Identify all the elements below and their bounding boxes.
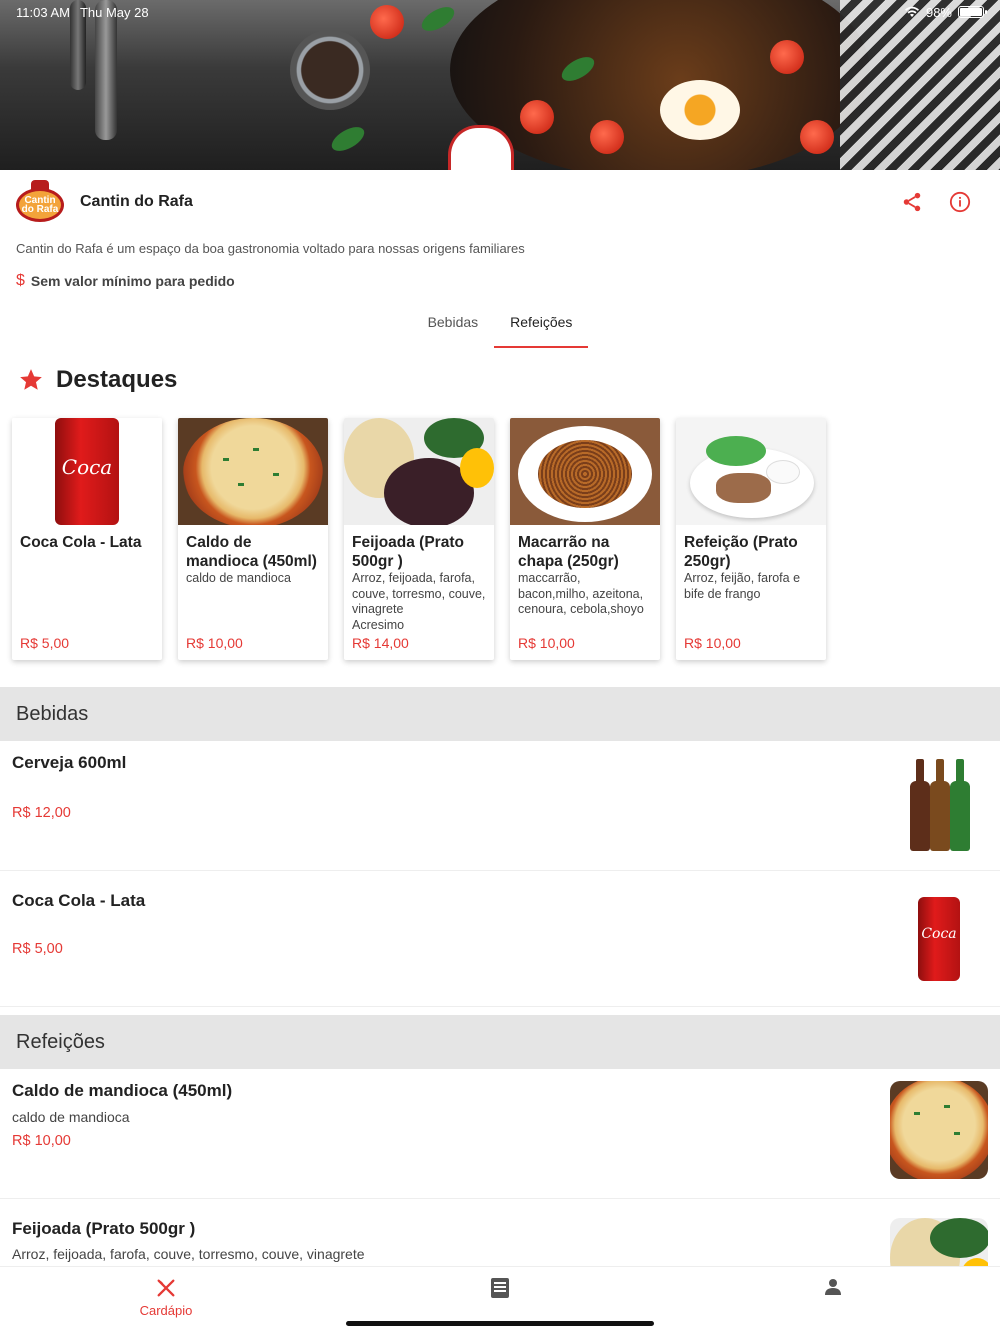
menu-item-description: caldo de mandioca — [12, 1109, 130, 1125]
highlights-header: Destaques — [18, 366, 177, 394]
home-indicator[interactable] — [346, 1321, 654, 1326]
status-date: Thu May 28 — [79, 4, 149, 20]
highlight-name: Caldo de mandioca (450ml) — [186, 534, 317, 570]
menu-item[interactable]: Coca Cola - Lata R$ 5,00 Coca — [0, 871, 1000, 1007]
product-image — [178, 418, 328, 525]
product-image: Coca — [12, 418, 162, 525]
highlight-name: Macarrão na chapa (250gr) — [518, 534, 619, 570]
striped-cloth-image — [840, 0, 1000, 170]
logo-text: Cantin do Rafa — [16, 188, 64, 222]
tomato-image — [800, 120, 834, 154]
highlight-description: Arroz, feijoada, farofa, couve, torresmo… — [352, 571, 486, 632]
menu-item-name: Caldo de mandioca (450ml) — [12, 1081, 233, 1100]
highlight-description: Arroz, feijão, farofa e bife de frango — [684, 571, 801, 601]
coca-cola-can-image: Coca — [918, 897, 960, 981]
highlight-description: maccarrão, bacon,milho, azeitona, cenour… — [518, 571, 644, 616]
menu-item[interactable]: Caldo de mandioca (450ml) caldo de mandi… — [0, 1069, 1000, 1199]
highlight-name: Refeição (Prato 250gr) — [684, 534, 798, 570]
section-header-refeicoes: Refeições — [0, 1015, 1000, 1069]
utensils-icon — [157, 1279, 175, 1297]
hero-banner — [0, 0, 1000, 170]
highlight-name: Coca Cola - Lata — [20, 534, 142, 551]
highlight-description: caldo de mandioca — [186, 571, 291, 585]
nav-cardapio-label: Cardápio — [139, 1303, 193, 1318]
pepper-bowl-image — [290, 30, 370, 110]
highlight-name: Feijoada (Prato 500gr ) — [352, 534, 464, 570]
menu-item-price: R$ 10,00 — [12, 1133, 71, 1149]
product-image — [344, 418, 494, 525]
tab-bebidas[interactable]: Bebidas — [412, 300, 495, 348]
menu-item-price: R$ 5,00 — [12, 941, 63, 957]
menu-item-price: R$ 12,00 — [12, 805, 71, 821]
highlight-card[interactable]: Refeição (Prato 250gr) Arroz, feijão, fa… — [676, 418, 826, 660]
menu-item-name: Cerveja 600ml — [12, 753, 127, 772]
section-header-bebidas: Bebidas — [0, 687, 1000, 741]
menu-item[interactable]: Cerveja 600ml R$ 12,00 — [0, 741, 1000, 871]
product-image — [510, 418, 660, 525]
nav-profile[interactable] — [773, 1277, 893, 1297]
restaurant-logo: Cantin do Rafa — [16, 180, 64, 224]
highlight-price: R$ 10,00 — [186, 635, 243, 651]
highlight-card[interactable]: Macarrão na chapa (250gr) maccarrão, bac… — [510, 418, 660, 660]
product-thumbnail — [890, 1081, 988, 1179]
wifi-icon — [904, 6, 919, 17]
status-bar: 11:03 AM Thu May 28 98% — [0, 0, 1000, 24]
star-icon — [20, 369, 42, 390]
logo-peek — [448, 125, 514, 170]
tab-refeicoes[interactable]: Refeições — [494, 300, 589, 348]
tomato-image — [770, 40, 804, 74]
highlight-price: R$ 14,00 — [352, 635, 409, 651]
category-tabs: Bebidas Refeições — [0, 300, 1000, 348]
share-button[interactable] — [900, 190, 924, 214]
restaurant-header: Cantin do Rafa Cantin do Rafa — [0, 170, 1000, 234]
battery-percent: 98% — [925, 4, 952, 20]
restaurant-description: Cantin do Rafa é um espaço da boa gastro… — [16, 241, 525, 256]
menu-item-name: Coca Cola - Lata — [12, 891, 146, 910]
info-button[interactable] — [948, 190, 972, 214]
person-icon — [825, 1279, 841, 1295]
leaf-image — [327, 122, 369, 156]
tomato-image — [520, 100, 554, 134]
receipt-icon — [491, 1278, 509, 1298]
minimum-order-text: Sem valor mínimo para pedido — [30, 273, 235, 289]
nav-cardapio[interactable]: Cardápio — [106, 1277, 226, 1318]
tomato-image — [590, 120, 624, 154]
status-time: 11:03 AM — [16, 4, 70, 20]
restaurant-name: Cantin do Rafa — [80, 193, 193, 210]
highlight-card[interactable]: Coca Coca Cola - Lata R$ 5,00 — [12, 418, 162, 660]
highlights-carousel[interactable]: Coca Coca Cola - Lata R$ 5,00 Caldo de m… — [12, 418, 826, 660]
nav-orders[interactable] — [440, 1277, 560, 1299]
highlight-price: R$ 10,00 — [518, 635, 575, 651]
highlight-card[interactable]: Feijoada (Prato 500gr ) Arroz, feijoada,… — [344, 418, 494, 660]
product-image — [676, 418, 826, 525]
beer-bottles-image — [908, 755, 972, 851]
menu-item-name: Feijoada (Prato 500gr ) — [12, 1219, 196, 1238]
highlights-title: Destaques — [56, 366, 178, 393]
info-icon — [949, 191, 971, 213]
highlight-card[interactable]: Caldo de mandioca (450ml) caldo de mandi… — [178, 418, 328, 660]
highlight-price: R$ 5,00 — [20, 635, 70, 651]
battery-icon — [958, 6, 987, 18]
share-icon — [903, 192, 921, 212]
menu-item-description: Arroz, feijoada, farofa, couve, torresmo… — [12, 1246, 365, 1262]
highlight-price: R$ 10,00 — [684, 635, 741, 651]
minimum-order-info: $ Sem valor mínimo para pedido — [16, 272, 235, 290]
egg-image — [660, 80, 740, 140]
dollar-icon: $ — [16, 272, 25, 289]
